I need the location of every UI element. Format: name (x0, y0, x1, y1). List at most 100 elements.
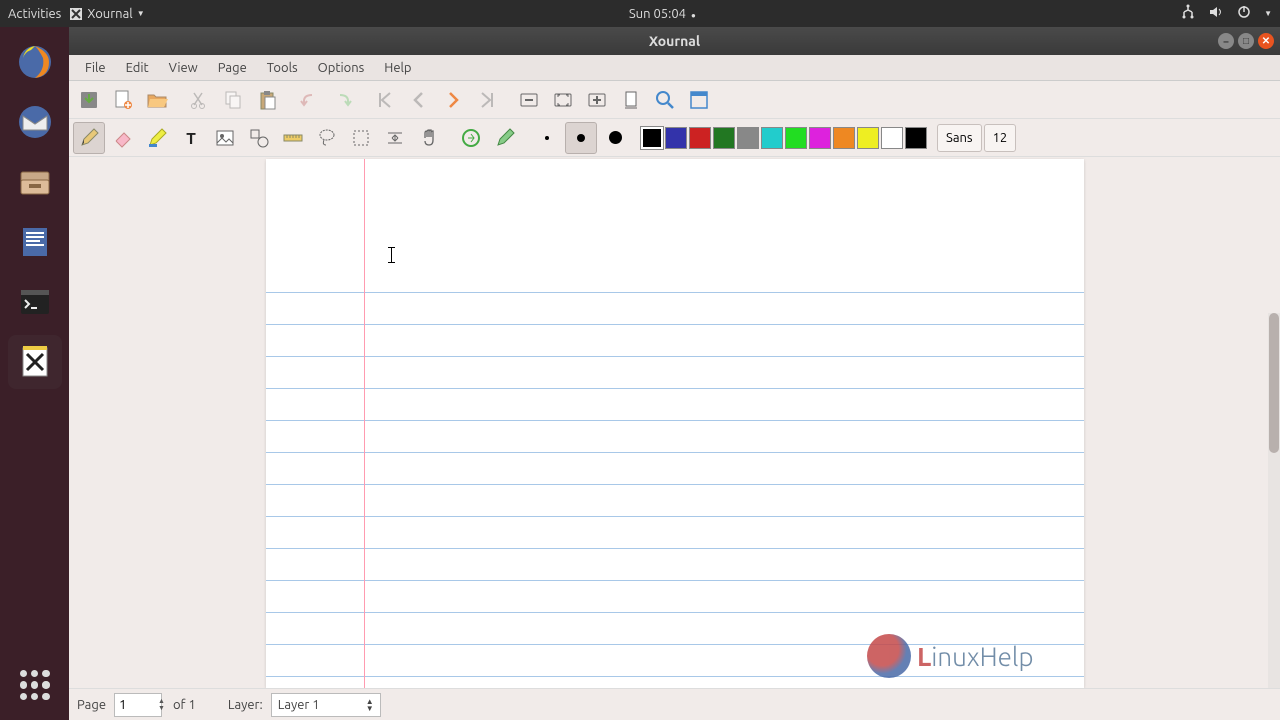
open-button[interactable] (141, 84, 173, 116)
zoom-out-button[interactable] (513, 84, 545, 116)
save-button[interactable] (73, 84, 105, 116)
color-yellow[interactable] (857, 127, 879, 149)
dock-terminal[interactable] (8, 275, 62, 329)
margin-line (364, 159, 365, 688)
window-title: Xournal (649, 33, 700, 49)
menu-file[interactable]: File (75, 58, 116, 78)
select-rect-button[interactable] (345, 122, 377, 154)
ruler-button[interactable] (277, 122, 309, 154)
color-gray[interactable] (737, 127, 759, 149)
zoom-tool-button[interactable] (649, 84, 681, 116)
vertical-scrollbar[interactable] (1268, 313, 1280, 688)
layer-select[interactable]: Layer 1 ▲▼ (271, 693, 381, 717)
power-icon[interactable] (1236, 4, 1252, 23)
color-lime[interactable] (785, 127, 807, 149)
default-tool-button[interactable] (455, 122, 487, 154)
toolbar-main (69, 81, 1280, 119)
font-select[interactable]: Sans (937, 124, 982, 152)
fullscreen-button[interactable] (683, 84, 715, 116)
thickness-fine-button[interactable] (531, 122, 563, 154)
page-number-input[interactable] (114, 693, 162, 717)
zoom-page-button[interactable] (615, 84, 647, 116)
ruled-lines (266, 261, 1084, 688)
watermark-logo-icon (867, 634, 911, 678)
hand-button[interactable] (413, 122, 445, 154)
font-name: Sans (946, 131, 973, 145)
menu-tools[interactable]: Tools (257, 58, 308, 78)
color-darkblue[interactable] (665, 127, 687, 149)
color-magenta[interactable] (809, 127, 831, 149)
app-menu[interactable]: Xournal ▼ (69, 7, 144, 21)
redo-button[interactable] (327, 84, 359, 116)
dock-thunderbird[interactable] (8, 95, 62, 149)
color-red[interactable] (689, 127, 711, 149)
menu-options[interactable]: Options (308, 58, 375, 78)
clock[interactable]: Sun 05:04 (629, 7, 686, 21)
maximize-button[interactable]: □ (1238, 33, 1254, 49)
network-icon[interactable] (1180, 4, 1196, 23)
color-green[interactable] (713, 127, 735, 149)
new-button[interactable] (107, 84, 139, 116)
canvas-area[interactable]: LinuxHelp (69, 157, 1280, 688)
watermark: LinuxHelp (867, 634, 1034, 678)
color-cyan[interactable] (761, 127, 783, 149)
dock-files[interactable] (8, 155, 62, 209)
layer-label: Layer: (228, 698, 263, 712)
volume-icon[interactable] (1208, 4, 1224, 23)
menu-help[interactable]: Help (374, 58, 421, 78)
color-black2[interactable] (905, 127, 927, 149)
vertical-space-button[interactable] (379, 122, 411, 154)
dock-firefox[interactable] (8, 35, 62, 89)
menu-edit[interactable]: Edit (116, 58, 159, 78)
system-menu-chevron-icon[interactable]: ▼ (1264, 9, 1272, 18)
font-size-input[interactable]: 12 (984, 124, 1016, 152)
prev-page-button[interactable] (403, 84, 435, 116)
dock (0, 27, 69, 720)
highlighter-button[interactable] (141, 122, 173, 154)
scrollbar-thumb[interactable] (1269, 313, 1279, 453)
color-white[interactable] (881, 127, 903, 149)
thickness-medium-button[interactable] (565, 122, 597, 154)
shapes-button[interactable] (243, 122, 275, 154)
dock-xournal[interactable] (8, 335, 62, 389)
page[interactable]: LinuxHelp (266, 159, 1084, 688)
paste-button[interactable] (251, 84, 283, 116)
eraser-button[interactable] (107, 122, 139, 154)
pen-button[interactable] (73, 122, 105, 154)
default-pen-button[interactable] (489, 122, 521, 154)
menu-page[interactable]: Page (208, 58, 257, 78)
statusbar: Page ▲▼ of 1 Layer: Layer 1 ▲▼ (69, 688, 1280, 720)
page-spinner[interactable]: ▲▼ (158, 698, 165, 712)
thickness-thick-button[interactable] (599, 122, 631, 154)
xournal-icon (69, 7, 83, 21)
menu-view[interactable]: View (159, 58, 208, 78)
app-menu-label: Xournal (87, 7, 132, 21)
minimize-button[interactable]: – (1218, 33, 1234, 49)
color-black[interactable] (641, 127, 663, 149)
cut-button[interactable] (183, 84, 215, 116)
zoom-fit-button[interactable] (547, 84, 579, 116)
text-button[interactable]: T (175, 122, 207, 154)
close-button[interactable]: ✕ (1258, 33, 1274, 49)
page-total: of 1 (173, 698, 196, 712)
first-page-button[interactable] (369, 84, 401, 116)
menubar: File Edit View Page Tools Options Help (69, 55, 1280, 81)
copy-button[interactable] (217, 84, 249, 116)
lasso-button[interactable] (311, 122, 343, 154)
svg-text:T: T (186, 130, 196, 148)
activities-button[interactable]: Activities (8, 7, 61, 21)
zoom-in-button[interactable] (581, 84, 613, 116)
page-label: Page (77, 698, 106, 712)
last-page-button[interactable] (471, 84, 503, 116)
next-page-button[interactable] (437, 84, 469, 116)
titlebar: Xournal – □ ✕ (69, 27, 1280, 55)
dock-writer[interactable] (8, 215, 62, 269)
toolbar-tools: T Sans 12 (69, 119, 1280, 157)
color-orange[interactable] (833, 127, 855, 149)
dock-show-apps[interactable] (8, 658, 62, 712)
chevron-updown-icon: ▲▼ (366, 698, 374, 712)
image-button[interactable] (209, 122, 241, 154)
text-cursor-icon (391, 247, 392, 263)
undo-button[interactable] (293, 84, 325, 116)
system-topbar: Activities Xournal ▼ Sun 05:04 ● ▼ (0, 0, 1280, 27)
